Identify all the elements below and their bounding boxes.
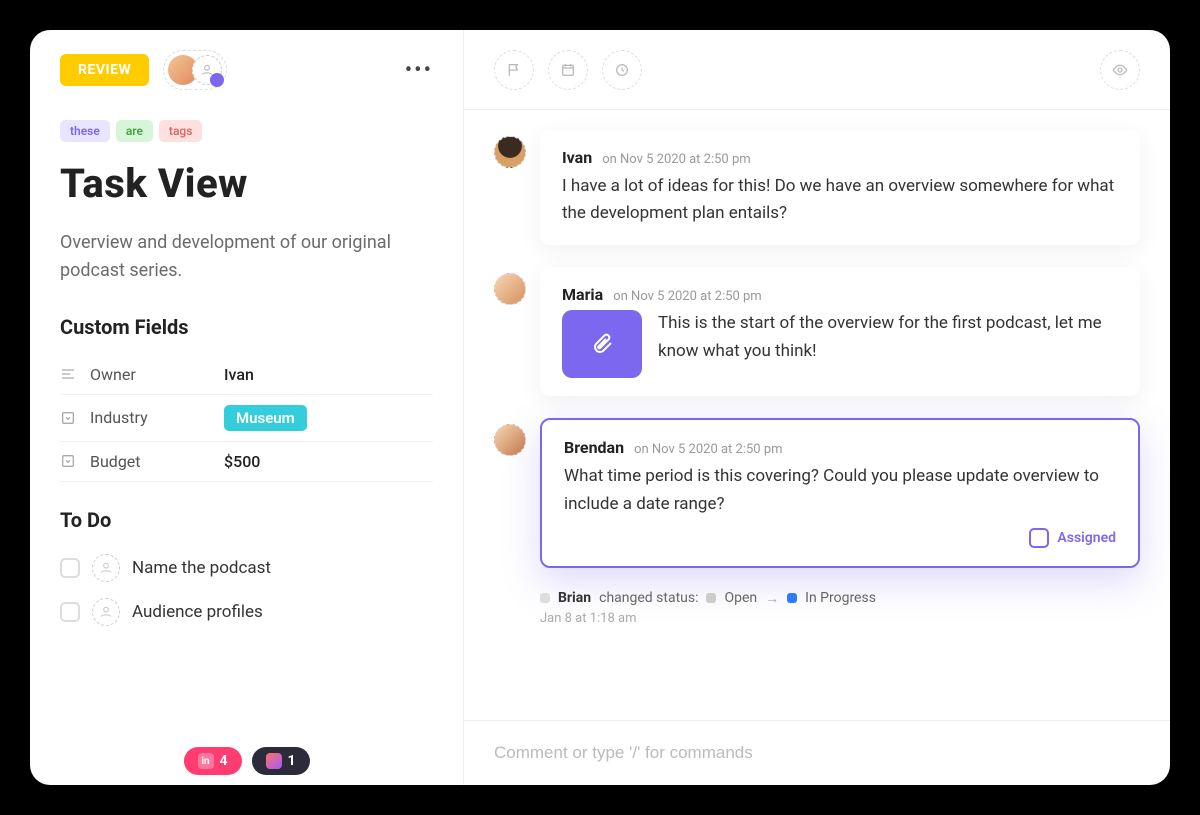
comment-author: Maria (562, 285, 603, 304)
custom-field-value[interactable]: Ivan (224, 365, 254, 384)
comment-bubble[interactable]: Maria on Nov 5 2020 at 2:50 pm This is t… (540, 267, 1140, 396)
activity-dot-icon (540, 593, 550, 603)
custom-field-label: Industry (90, 408, 210, 427)
custom-fields-heading: Custom Fields (60, 315, 433, 339)
status-dot-open-icon (706, 593, 716, 603)
tag[interactable]: tags (159, 120, 202, 142)
custom-field-row-owner[interactable]: Owner Ivan (60, 355, 433, 395)
chip-count: 4 (219, 753, 227, 769)
comment-avatar[interactable] (494, 136, 526, 168)
integration-chips: in 4 1 (183, 747, 309, 775)
comment: Ivan on Nov 5 2020 at 2:50 pm I have a l… (494, 130, 1140, 245)
comment-timestamp: on Nov 5 2020 at 2:50 pm (602, 152, 750, 167)
comment-body: This is the start of the overview for th… (658, 310, 1118, 364)
watch-button[interactable] (1100, 50, 1140, 90)
figma-icon (266, 753, 282, 769)
paperclip-icon (590, 332, 614, 356)
comment-list[interactable]: Ivan on Nov 5 2020 at 2:50 pm I have a l… (464, 110, 1170, 720)
integration-chip-invision[interactable]: in 4 (183, 747, 241, 775)
user-icon (99, 605, 113, 619)
assigned-label: Assigned (1057, 530, 1116, 546)
comment-input[interactable] (494, 743, 1140, 763)
comment-avatar[interactable] (494, 273, 526, 305)
comment-body: What time period is this covering? Could… (564, 463, 1116, 517)
assignee-slot[interactable] (92, 598, 120, 626)
eye-icon (1112, 62, 1128, 78)
activity-action: changed status: (599, 590, 698, 606)
priority-button[interactable] (494, 50, 534, 90)
dropdown-field-icon (60, 453, 76, 469)
activity-header (464, 30, 1170, 110)
comment: Brendan on Nov 5 2020 at 2:50 pm What ti… (494, 418, 1140, 567)
comment-avatar[interactable] (494, 424, 526, 456)
comment-timestamp: on Nov 5 2020 at 2:50 pm (613, 289, 761, 304)
task-title[interactable]: Task View (60, 160, 433, 207)
flag-icon (506, 62, 522, 78)
checkbox[interactable] (60, 558, 80, 578)
activity-panel: Ivan on Nov 5 2020 at 2:50 pm I have a l… (464, 30, 1170, 785)
comment: Maria on Nov 5 2020 at 2:50 pm This is t… (494, 267, 1140, 396)
comment-author: Brendan (564, 438, 624, 457)
assignee-slot[interactable] (92, 554, 120, 582)
text-field-icon (60, 366, 76, 382)
attachment-thumbnail[interactable] (562, 310, 642, 378)
comment-author: Ivan (562, 148, 592, 167)
status-pill[interactable]: REVIEW (60, 54, 149, 86)
add-assignee-button[interactable] (192, 55, 222, 85)
todo-heading: To Do (60, 508, 433, 532)
custom-field-label: Budget (90, 452, 210, 471)
activity-from-status: Open (724, 590, 757, 606)
time-tracking-button[interactable] (602, 50, 642, 90)
activity-timestamp: Jan 8 at 1:18 am (540, 611, 1140, 626)
comment-bubble-active[interactable]: Brendan on Nov 5 2020 at 2:50 pm What ti… (540, 418, 1140, 567)
user-icon (99, 561, 113, 575)
task-body: these are tags Task View Overview and de… (30, 110, 463, 654)
comment-timestamp: on Nov 5 2020 at 2:50 pm (634, 442, 782, 457)
tag-list: these are tags (60, 120, 433, 142)
activity-item: Brian changed status: Open → In Progress… (494, 590, 1140, 626)
todo-item[interactable]: Audience profiles (60, 590, 433, 634)
custom-field-label: Owner (90, 365, 210, 384)
chip-count: 1 (288, 753, 296, 769)
custom-field-value[interactable]: Museum (224, 405, 307, 431)
activity-author: Brian (558, 590, 591, 606)
task-detail-window: REVIEW ••• these are tags Task View Over… (30, 30, 1170, 785)
custom-field-value[interactable]: $500 (224, 452, 260, 471)
comment-composer[interactable] (464, 720, 1170, 785)
assigned-checkbox[interactable] (1029, 528, 1049, 548)
status-dot-progress-icon (787, 593, 797, 603)
dropdown-field-icon (60, 410, 76, 426)
custom-field-row-budget[interactable]: Budget $500 (60, 442, 433, 482)
integration-chip-figma[interactable]: 1 (252, 747, 310, 775)
todo-text: Audience profiles (132, 602, 263, 622)
todo-item[interactable]: Name the podcast (60, 546, 433, 590)
task-sidebar: REVIEW ••• these are tags Task View Over… (30, 30, 464, 785)
arrow-right-icon: → (765, 590, 779, 607)
checkbox[interactable] (60, 602, 80, 622)
assigned-comment-row[interactable]: Assigned (564, 528, 1116, 548)
task-description[interactable]: Overview and development of our original… (60, 229, 433, 285)
more-menu-button[interactable]: ••• (405, 58, 433, 83)
tag[interactable]: are (116, 120, 153, 142)
clock-icon (614, 62, 630, 78)
comment-bubble[interactable]: Ivan on Nov 5 2020 at 2:50 pm I have a l… (540, 130, 1140, 245)
assignee-group[interactable] (163, 50, 227, 90)
comment-body: I have a lot of ideas for this! Do we ha… (562, 173, 1118, 227)
activity-to-status: In Progress (805, 590, 876, 606)
calendar-icon (560, 62, 576, 78)
due-date-button[interactable] (548, 50, 588, 90)
invision-icon: in (197, 753, 213, 769)
tag[interactable]: these (60, 120, 110, 142)
task-header: REVIEW ••• (30, 30, 463, 110)
user-icon (200, 63, 214, 77)
custom-field-row-industry[interactable]: Industry Museum (60, 395, 433, 442)
todo-text: Name the podcast (132, 558, 271, 578)
